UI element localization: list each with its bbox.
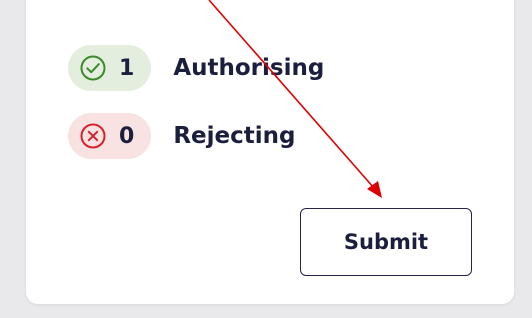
- rejecting-label: Rejecting: [173, 123, 296, 149]
- x-circle-icon: [80, 123, 106, 149]
- submit-button[interactable]: Submit: [300, 208, 472, 276]
- check-circle-icon: [80, 55, 106, 81]
- rejecting-count: 0: [119, 123, 135, 149]
- authorising-badge: 1: [68, 45, 152, 91]
- authorising-label: Authorising: [173, 55, 325, 81]
- authorising-row: 1 Authorising: [68, 45, 324, 91]
- rejecting-badge: 0: [68, 113, 152, 159]
- rejecting-row: 0 Rejecting: [68, 113, 295, 159]
- authorising-count: 1: [119, 55, 135, 81]
